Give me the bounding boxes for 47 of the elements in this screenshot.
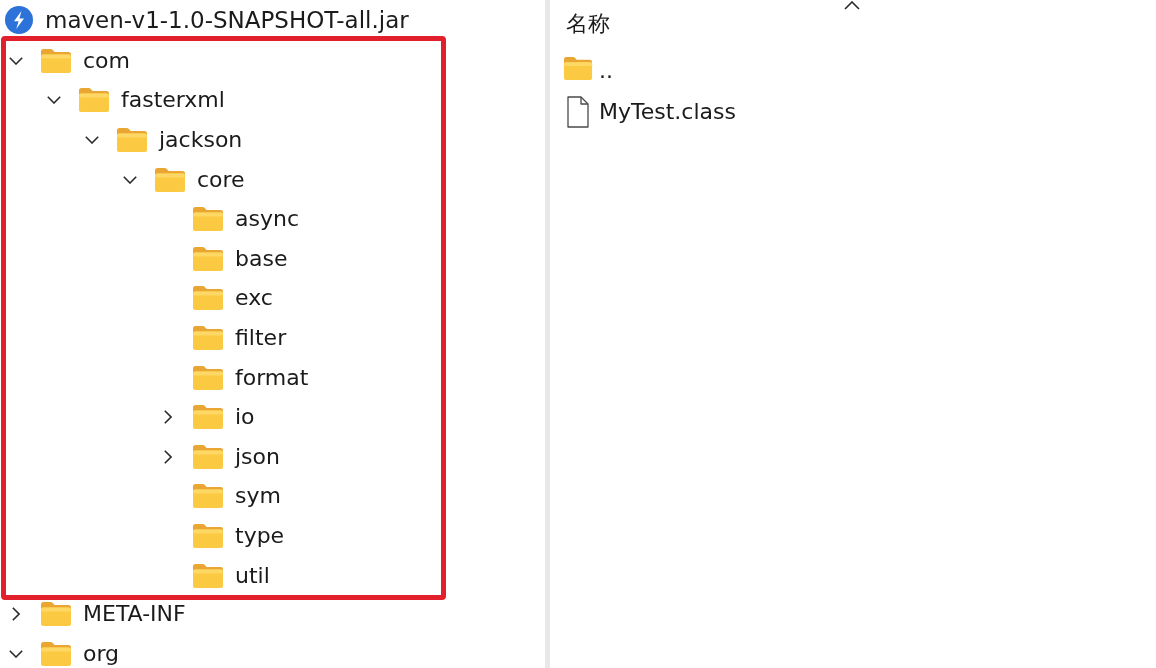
folder-icon [78,87,110,114]
tree-item[interactable]: sym [192,483,281,510]
folder-icon [192,404,224,431]
chevron-right-icon[interactable] [164,410,172,425]
chevron-down-icon[interactable] [9,56,23,65]
folder-icon [192,324,224,351]
tree-item[interactable]: META-INF [8,601,186,628]
folder-icon [192,483,224,510]
folder-icon [192,522,224,549]
tree-item[interactable]: org [8,640,120,667]
tree-item[interactable]: type [192,522,285,549]
lightning-bolt-icon [5,6,33,34]
tree-item[interactable]: base [192,245,288,272]
folder-icon [192,443,224,470]
chevron-down-icon[interactable] [9,649,23,658]
folder-icon [116,127,148,153]
chevron-right-icon[interactable] [12,607,20,622]
chevron-right-icon[interactable] [164,449,172,464]
name-column-header[interactable]: 名称 [550,0,1156,50]
file-list-item[interactable]: .. [563,57,613,84]
chevron-down-icon[interactable] [85,136,99,144]
folder-icon [192,206,224,233]
chevron-down-icon[interactable] [123,175,137,184]
tree-item[interactable]: filter [192,324,287,351]
folder-icon [192,364,224,391]
tree-item[interactable]: format [192,364,309,391]
file-list-item[interactable]: MyTest.class [563,95,736,128]
tree-item[interactable]: io [160,404,255,431]
folder-icon [40,47,72,74]
folder-icon [154,166,186,193]
tree-item[interactable]: jackson [84,127,243,153]
archive-name[interactable]: maven-v1-1.0-SNAPSHOT-all.jar [45,6,409,34]
tree-item[interactable]: json [160,443,280,470]
tree-item[interactable]: async [192,206,299,233]
folder-icon [563,56,593,81]
tree-item[interactable]: com [8,47,130,74]
file-icon [567,95,589,128]
tree-item[interactable]: util [192,562,270,589]
chevron-down-icon[interactable] [47,96,61,105]
tree-item[interactable]: core [122,166,245,193]
folder-icon [192,245,224,272]
folder-icon [40,640,72,667]
tree-item[interactable]: exc [192,285,273,312]
folder-icon [192,285,224,312]
tree-item[interactable]: fasterxml [46,87,225,114]
folder-icon [192,562,224,589]
folder-icon [40,601,72,628]
